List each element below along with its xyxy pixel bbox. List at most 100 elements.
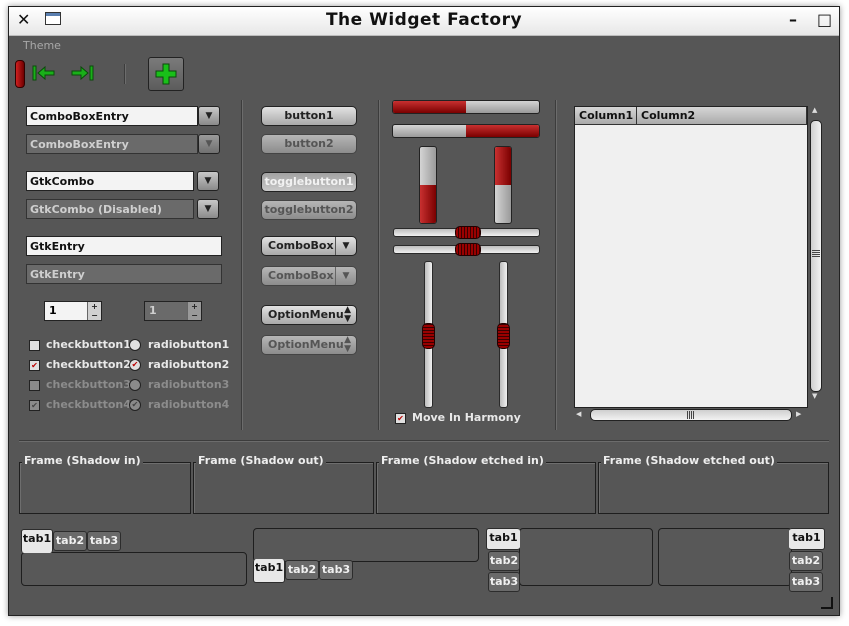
optionmenu-label: OptionMenu	[268, 308, 344, 321]
spin-arrows-icon[interactable]: + −	[87, 302, 101, 320]
tab-right-3[interactable]: tab3	[789, 572, 823, 592]
frame-shadow-in: Frame (Shadow in)	[19, 454, 191, 514]
tab-bottom-2[interactable]: tab2	[285, 560, 319, 580]
scrollbar-grip-icon	[812, 249, 820, 257]
column-header-2[interactable]: Column2	[637, 107, 807, 125]
combobox-entry-dropdown-button[interactable]: ▼	[198, 106, 220, 126]
button1[interactable]: button1	[261, 106, 357, 126]
list-view[interactable]: Column1 Column2	[574, 106, 808, 408]
tab-right-1[interactable]: tab1	[789, 528, 825, 550]
tab-top-1[interactable]: tab1	[21, 529, 53, 553]
column-separator-3	[555, 100, 557, 430]
column-separator-2	[378, 100, 380, 430]
window-title: The Widget Factory	[325, 10, 523, 30]
scale-horizontal-1[interactable]	[393, 226, 540, 239]
radiobutton4-label: radiobutton4	[148, 398, 230, 411]
move-in-harmony-label: Move In Harmony	[412, 411, 521, 424]
gtk-entry-disabled-field: GtkEntry	[26, 264, 222, 284]
checkbutton2[interactable]: ✔	[29, 360, 40, 371]
column-separator-1	[241, 100, 243, 430]
radiobutton1[interactable]	[129, 339, 141, 351]
horizontal-scrollbar-thumb[interactable]	[590, 409, 792, 421]
column-header-1[interactable]: Column1	[575, 107, 637, 125]
frame-shadow-etched-in-title: Frame (Shadow etched in)	[379, 454, 546, 467]
stop-icon[interactable]	[15, 60, 25, 88]
optionmenu-button[interactable]: OptionMenu ▲ ▼	[261, 305, 357, 325]
togglebutton1[interactable]: togglebutton1	[261, 172, 357, 192]
scale-slider-handle[interactable]	[454, 243, 481, 256]
frame-shadow-in-title: Frame (Shadow in)	[22, 454, 143, 467]
combobox-entry-disabled-dropdown: ▼	[198, 134, 220, 154]
frame-shadow-etched-out: Frame (Shadow etched out)	[598, 454, 829, 514]
horizontal-scrollbar[interactable]: ◀ ▶	[576, 408, 804, 422]
horizontal-grip-icon	[687, 411, 695, 419]
notebook-left-pane	[519, 528, 653, 586]
scroll-down-icon[interactable]: ▼	[812, 392, 817, 400]
progress-fill	[420, 185, 436, 223]
horizontal-separator	[19, 440, 829, 442]
scrollbar-thumb[interactable]	[810, 120, 822, 392]
checkbutton3	[29, 380, 40, 391]
spin-button[interactable]: 1 + −	[44, 301, 102, 321]
progress-fill	[466, 125, 539, 137]
combobox-entry-disabled-field: ComboBoxEntry	[26, 134, 198, 154]
app-window: ✕ The Widget Factory – □ Theme ComboBoxE…	[8, 6, 840, 616]
radiobutton2-label: radiobutton2	[148, 358, 230, 371]
scroll-up-icon[interactable]: ▲	[812, 106, 817, 114]
minimize-icon[interactable]: –	[789, 11, 797, 29]
tab-left-1[interactable]: tab1	[486, 528, 520, 550]
gtkcombo-field[interactable]: GtkCombo	[26, 171, 194, 191]
menu-bar: Theme	[9, 36, 839, 56]
tab-bottom-1[interactable]: tab1	[253, 559, 285, 583]
optionmenu-disabled-label: OptionMenu	[268, 338, 344, 351]
radiobutton3-label: radiobutton3	[148, 378, 230, 391]
tab-left-2[interactable]: tab2	[488, 551, 520, 571]
spin-button-disabled: 1 + −	[144, 301, 202, 321]
scroll-right-icon[interactable]: ▶	[796, 410, 801, 418]
scale-vertical-2[interactable]	[497, 261, 510, 408]
tab-left-3[interactable]: tab3	[488, 572, 520, 592]
scale-slider-handle[interactable]	[454, 226, 481, 239]
gtkcombo-disabled-dropdown: ▼	[197, 199, 219, 219]
add-button[interactable]	[148, 57, 184, 91]
spin-value-disabled: 1	[149, 304, 157, 317]
tab-top-2[interactable]: tab2	[53, 531, 87, 551]
go-forward-icon[interactable]	[69, 64, 95, 82]
frame-shadow-etched-in: Frame (Shadow etched in)	[376, 454, 596, 514]
radiobutton3	[129, 379, 141, 391]
menu-item-theme[interactable]: Theme	[23, 39, 61, 52]
tab-right-2[interactable]: tab2	[789, 551, 823, 571]
frame-shadow-out: Frame (Shadow out)	[193, 454, 374, 514]
progress-fill	[393, 101, 466, 113]
combobox-entry-field[interactable]: ComboBoxEntry	[26, 106, 198, 126]
tab-bottom-3[interactable]: tab3	[319, 560, 353, 580]
checkbutton1[interactable]	[29, 340, 40, 351]
combobox-label: ComboBox	[268, 239, 334, 252]
scroll-left-icon[interactable]: ◀	[576, 410, 581, 418]
resize-grip-icon[interactable]	[821, 597, 833, 609]
combobox-disabled-label: ComboBox	[268, 269, 334, 282]
notebook-bottom-pane	[253, 528, 479, 562]
gtkcombo-dropdown-button[interactable]: ▼	[197, 171, 219, 191]
move-in-harmony-checkbox[interactable]: ✔	[395, 413, 406, 424]
tab-top-3[interactable]: tab3	[87, 531, 121, 551]
radiobutton1-label: radiobutton1	[148, 338, 230, 351]
go-back-icon[interactable]	[31, 64, 57, 82]
toolbar-separator	[124, 64, 126, 84]
scale-slider-handle[interactable]	[497, 322, 510, 349]
combobox-disabled-arrow-icon: ▼	[335, 267, 356, 285]
scale-vertical-1[interactable]	[422, 261, 435, 408]
progress-bar-vertical-1	[419, 146, 437, 224]
progress-bar-vertical-2	[494, 146, 512, 224]
gtkcombo-disabled-field: GtkCombo (Disabled)	[26, 199, 194, 219]
frame-shadow-out-title: Frame (Shadow out)	[196, 454, 326, 467]
title-bar: ✕ The Widget Factory – □	[9, 7, 839, 36]
vertical-scrollbar[interactable]: ▲ ▼	[809, 106, 823, 402]
gtk-entry-field[interactable]: GtkEntry	[26, 236, 222, 256]
radiobutton2[interactable]: ✔	[129, 359, 141, 371]
scale-slider-handle[interactable]	[422, 322, 435, 349]
spin-value: 1	[49, 304, 57, 317]
maximize-icon[interactable]: □	[817, 11, 832, 29]
scale-horizontal-2[interactable]	[393, 243, 540, 256]
combobox-button[interactable]: ComboBox ▼	[261, 236, 357, 256]
